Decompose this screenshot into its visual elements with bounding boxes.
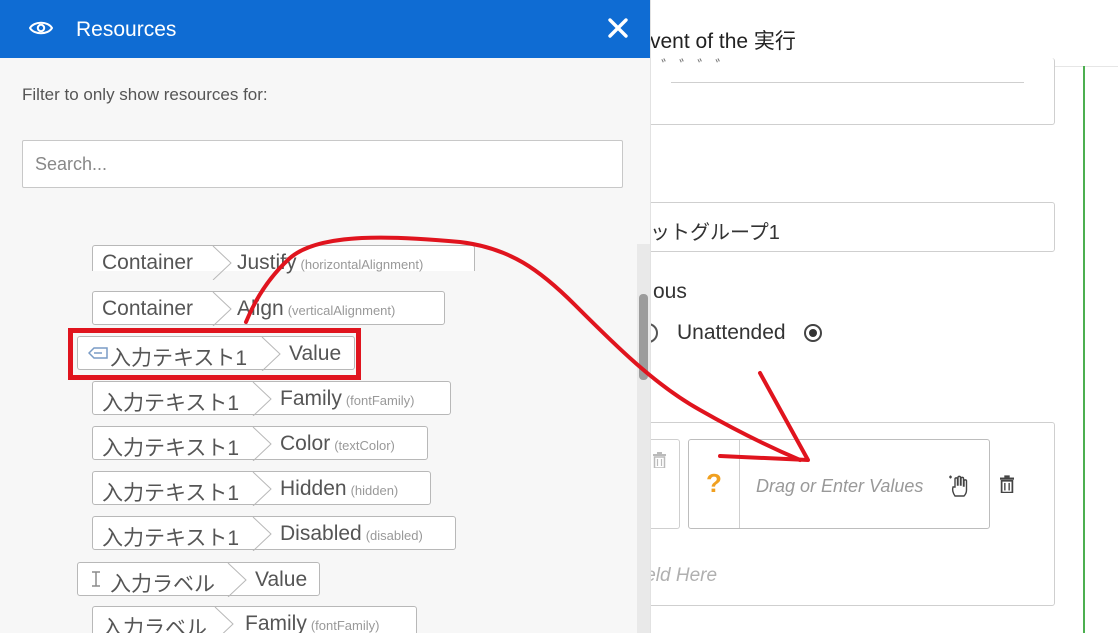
editor-title: vent of the 実行 — [650, 30, 796, 53]
resource-hint: (horizontalAlignment) — [300, 257, 424, 272]
text-cursor-icon — [92, 571, 100, 587]
flow-editor: vent of the 実行 ﾞ ﾞ ﾞ ﾞ ットグループ1 ous Unatt… — [630, 0, 1118, 633]
resource-source: 入力テキスト1 — [110, 347, 248, 370]
search-input[interactable] — [22, 140, 623, 188]
scrollbar[interactable] — [637, 244, 650, 633]
resource-property: Align — [237, 297, 284, 320]
radio-unattended[interactable] — [804, 324, 822, 342]
resource-source: 入力テキスト1 — [102, 437, 240, 460]
top-field-underline — [671, 82, 1024, 83]
resource-hint: (disabled) — [365, 528, 423, 543]
trash-icon[interactable] — [653, 452, 666, 473]
scrollbar-thumb[interactable] — [639, 294, 648, 380]
resource-property: Family — [245, 612, 307, 633]
chevron-right-icon — [212, 292, 232, 326]
resource-property: Value — [255, 568, 308, 591]
resource-item[interactable]: 入力テキスト1 Family (fontFamily) — [92, 381, 451, 416]
resource-property: Color — [280, 432, 331, 455]
resource-property: Family — [280, 387, 342, 410]
value-type-cell: ? — [689, 440, 740, 528]
group-field[interactable]: ットグループ1 — [630, 202, 1055, 252]
chevron-right-icon — [252, 472, 272, 506]
chevron-right-icon — [214, 607, 234, 633]
resource-item[interactable]: 入力テキスト1 Color (textColor) — [92, 426, 428, 461]
resource-source: 入力テキスト1 — [102, 392, 240, 415]
chevron-right-icon — [212, 246, 232, 280]
chevron-right-icon — [252, 427, 272, 461]
resources-panel: Resources Filter to only show resources … — [0, 0, 651, 633]
mode-label: ous — [653, 280, 687, 303]
chevron-right-icon — [252, 517, 272, 551]
top-field[interactable]: ﾞ ﾞ ﾞ ﾞ — [630, 58, 1055, 125]
radio-unattended-label: Unattended — [677, 321, 786, 344]
top-field-text: ﾞ ﾞ ﾞ ﾞ — [661, 58, 730, 78]
resource-hint: (fontFamily) — [310, 618, 380, 633]
panel-title: Resources — [76, 18, 177, 41]
group-field-value: ットグループ1 — [650, 222, 780, 244]
resource-source: 入力ラベル — [102, 617, 207, 633]
question-icon: ? — [706, 468, 722, 498]
resource-hint: (hidden) — [350, 483, 399, 498]
resource-property: Disabled — [280, 522, 362, 545]
resource-hint: (verticalAlignment) — [287, 303, 396, 318]
values-dropzone[interactable]: ? Drag or Enter Values ield Here — [630, 422, 1055, 606]
resource-source: 入力テキスト1 — [102, 482, 240, 505]
chevron-right-icon — [261, 337, 281, 371]
resource-property: Justify — [237, 251, 297, 274]
resource-item[interactable]: 入力テキスト1 Disabled (disabled) — [92, 516, 456, 551]
resource-source: Container — [102, 251, 194, 274]
resource-hint: (textColor) — [334, 438, 395, 453]
resources-header: Resources — [0, 0, 650, 58]
resource-property: Value — [289, 342, 342, 365]
resource-item[interactable]: 入力ラベル Value — [77, 562, 320, 597]
editor-divider — [1083, 66, 1085, 633]
drop-hint-text: ield Here — [641, 565, 718, 586]
resource-hint: (fontFamily) — [345, 393, 415, 408]
input-field-icon — [88, 347, 108, 359]
resource-item[interactable]: 入力ラベル Family (fontFamily) — [92, 606, 417, 633]
trash-icon[interactable] — [1000, 475, 1014, 498]
resource-item[interactable]: 入力テキスト1 Hidden (hidden) — [92, 471, 431, 506]
resource-source: Container — [102, 297, 194, 320]
resource-item[interactable]: 入力テキスト1 Value — [77, 336, 355, 371]
drag-hand-icon — [947, 474, 973, 505]
resource-property: Hidden — [280, 477, 347, 500]
resource-source: 入力ラベル — [110, 573, 215, 596]
resource-source: 入力テキスト1 — [102, 527, 240, 550]
close-icon[interactable] — [607, 17, 629, 44]
resource-item[interactable]: Container Align (verticalAlignment) — [92, 291, 445, 326]
value-placeholder[interactable]: Drag or Enter Values — [756, 476, 923, 497]
chevron-right-icon — [252, 382, 272, 416]
chevron-right-icon — [227, 563, 247, 597]
value-card[interactable]: ? Drag or Enter Values — [688, 439, 990, 529]
resource-item[interactable]: Container Justify (horizontalAlignment) — [92, 245, 475, 280]
eye-icon — [28, 19, 54, 42]
filter-label: Filter to only show resources for: — [22, 85, 268, 104]
